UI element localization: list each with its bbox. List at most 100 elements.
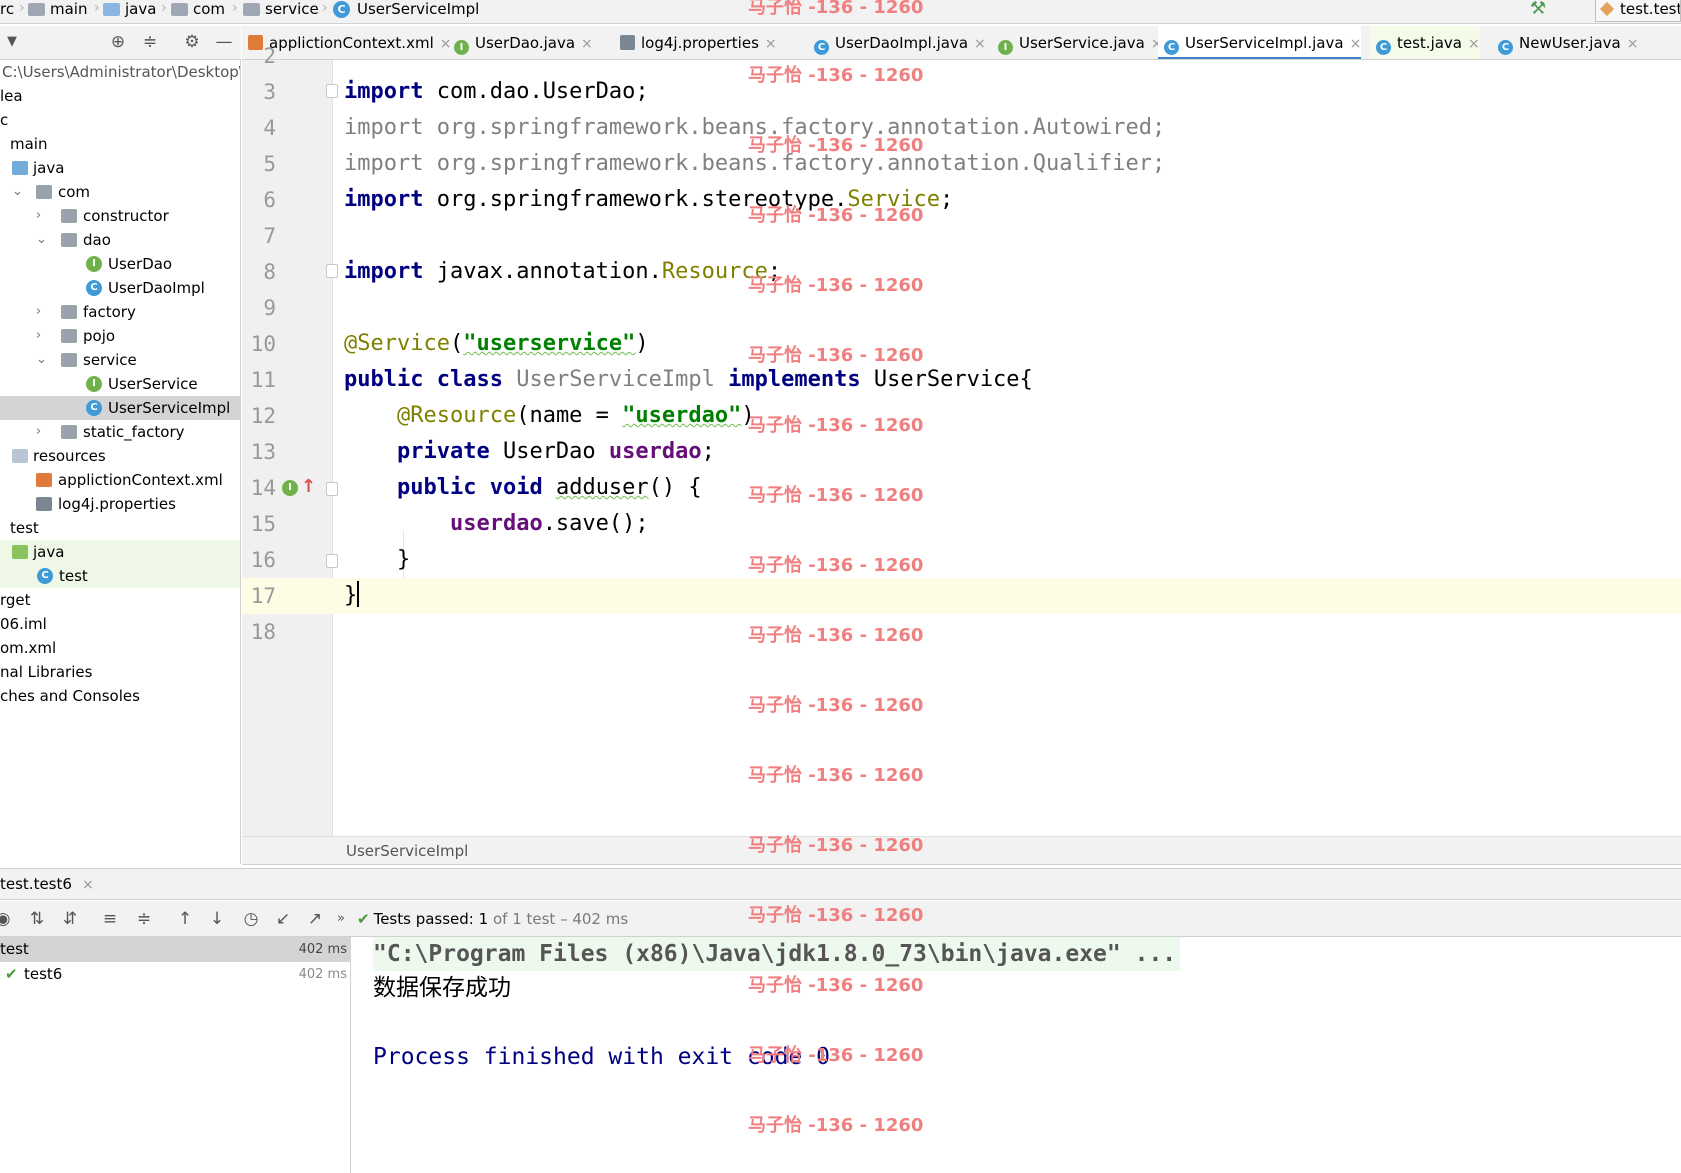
code-line-12[interactable]: 12 @Resource(name = "userdao") xyxy=(242,398,1681,434)
breadcrumb-class[interactable]: C UserServiceImpl xyxy=(333,0,479,23)
tree-item-factory[interactable]: › factory xyxy=(0,300,240,324)
previous-failed-icon[interactable]: ↑ xyxy=(174,908,196,930)
up-arrow-icon[interactable]: ↑ xyxy=(301,476,316,497)
test-result-row[interactable]: test 402 ms xyxy=(0,937,351,962)
tree-item-appcontext-xml[interactable]: applictionContext.xml xyxy=(0,468,240,492)
collapse-all-icon[interactable]: ≑ xyxy=(133,908,155,930)
dropdown-arrow-icon[interactable]: ▼ xyxy=(2,32,22,52)
tree-item[interactable]: lea xyxy=(0,84,240,108)
tree-item-pojo[interactable]: › pojo xyxy=(0,324,240,348)
resources-folder-icon xyxy=(12,449,28,463)
tree-item-resources[interactable]: resources xyxy=(0,444,240,468)
tree-item-static-factory[interactable]: › static_factory xyxy=(0,420,240,444)
breadcrumb-com[interactable]: com xyxy=(171,0,225,23)
code-line-15[interactable]: 15 userdao.save(); xyxy=(242,506,1681,542)
tree-item-main[interactable]: main xyxy=(0,132,240,156)
code-line-6[interactable]: 6 import org.springframework.stereotype.… xyxy=(242,182,1681,218)
tree-item-test-folder[interactable]: test xyxy=(0,516,240,540)
import-tests-icon[interactable]: ↙ xyxy=(272,908,294,930)
test-result-row[interactable]: ✔ test6 402 ms xyxy=(0,962,351,987)
code-line-2[interactable]: 2 xyxy=(242,38,1681,74)
tree-item-userserviceimpl[interactable]: C UserServiceImpl xyxy=(0,396,240,420)
code-line-3[interactable]: 3 import com.dao.UserDao; xyxy=(242,74,1681,110)
code-editor[interactable]: 2 3 import com.dao.UserDao; 4 import org… xyxy=(242,44,1681,836)
fold-marker-icon[interactable] xyxy=(326,482,338,496)
tree-item-test-class[interactable]: Ctest xyxy=(0,564,240,588)
hide-panel-icon[interactable]: — xyxy=(214,32,234,52)
code-text: userdao.save(); xyxy=(344,506,649,542)
tree-item-constructor[interactable]: › constructor xyxy=(0,204,240,228)
code-line-16[interactable]: 16 } xyxy=(242,542,1681,578)
annotation-token: Service xyxy=(847,187,941,212)
test-history-icon[interactable]: ◷ xyxy=(240,908,262,930)
breadcrumb-service[interactable]: service xyxy=(243,0,319,23)
collapse-all-icon[interactable]: ≑ xyxy=(140,32,160,52)
breadcrumb-java[interactable]: java xyxy=(103,0,156,23)
code-line-8[interactable]: 8 import javax.annotation.Resource; xyxy=(242,254,1681,290)
code-line-7[interactable]: 7 xyxy=(242,218,1681,254)
chevron-right-icon[interactable]: › xyxy=(36,300,48,324)
tree-item-com[interactable]: ⌄ com xyxy=(0,180,240,204)
code-line-5[interactable]: 5 import org.springframework.beans.facto… xyxy=(242,146,1681,182)
next-failed-icon[interactable]: ↓ xyxy=(206,908,228,930)
test-duration: 402 ms xyxy=(298,942,347,957)
implements-method-icon[interactable]: I xyxy=(282,480,298,496)
locate-file-icon[interactable]: ⊕ xyxy=(108,32,128,52)
code-line-18[interactable]: 18 xyxy=(242,614,1681,650)
tree-item-userdao[interactable]: I UserDao xyxy=(0,252,240,276)
tree-item-userservice[interactable]: I UserService xyxy=(0,372,240,396)
package-icon xyxy=(61,425,77,439)
sort-by-duration-icon[interactable]: ⇵ xyxy=(59,908,81,930)
chevron-right-icon: › xyxy=(322,0,328,16)
rerun-icon[interactable]: ◉ xyxy=(0,908,14,930)
tree-item-log4j-properties[interactable]: log4j.properties xyxy=(0,492,240,516)
tree-item-iml[interactable]: 06.iml xyxy=(0,612,240,636)
fold-marker-icon[interactable] xyxy=(326,84,338,98)
tree-item-test-java[interactable]: java xyxy=(0,540,240,564)
tree-item-java[interactable]: java xyxy=(0,156,240,180)
export-results-icon[interactable]: ↗ xyxy=(304,908,326,930)
tree-item-userdaoimpl[interactable]: C UserDaoImpl xyxy=(0,276,240,300)
tree-item-dao[interactable]: ⌄ dao xyxy=(0,228,240,252)
chevron-right-icon[interactable]: › xyxy=(36,420,48,444)
fold-marker-icon[interactable] xyxy=(326,264,338,278)
code-line-13[interactable]: 13 private UserDao userdao; xyxy=(242,434,1681,470)
chevron-down-icon[interactable]: ⌄ xyxy=(12,180,24,204)
tree-item-pom[interactable]: om.xml xyxy=(0,636,240,660)
tree-item-scratches[interactable]: ches and Consoles xyxy=(0,684,240,708)
chevron-right-icon[interactable]: › xyxy=(36,204,48,228)
code-token: ) xyxy=(635,331,649,356)
code-line-14[interactable]: 14 I ↑ public void adduser() { xyxy=(242,470,1681,506)
chevron-down-icon[interactable]: ⌄ xyxy=(36,348,48,372)
tree-item-external-libraries[interactable]: nal Libraries xyxy=(0,660,240,684)
run-tab[interactable]: test.test6 × xyxy=(0,869,102,899)
code-line-11[interactable]: 11 public class UserServiceImpl implemen… xyxy=(242,362,1681,398)
chevron-down-icon[interactable]: ⌄ xyxy=(36,228,48,252)
tree-project-path[interactable]: C:\Users\Administrator\Desktop\ xyxy=(0,60,240,84)
console-output[interactable]: "C:\Program Files (x86)\Java\jdk1.8.0_73… xyxy=(352,937,1681,1173)
navigation-bar: rc › main › java › com › service › C User… xyxy=(0,0,1681,24)
folder-icon xyxy=(103,3,120,16)
gear-icon[interactable]: ⚙ xyxy=(182,32,202,52)
more-actions-icon[interactable]: » xyxy=(330,908,352,930)
tree-item-service[interactable]: ⌄ service xyxy=(0,348,240,372)
run-configuration-selector[interactable]: test.test xyxy=(1595,0,1681,22)
breadcrumb-main[interactable]: main xyxy=(28,0,87,23)
code-line-9[interactable]: 9 xyxy=(242,290,1681,326)
keyword: implements xyxy=(728,367,861,392)
editor-breadcrumb[interactable]: UserServiceImpl xyxy=(242,836,1681,865)
code-line-4[interactable]: 4 import org.springframework.beans.facto… xyxy=(242,110,1681,146)
code-line-17[interactable]: 17 } xyxy=(242,578,1681,614)
package-icon xyxy=(61,353,77,367)
tree-item[interactable]: c xyxy=(0,108,240,132)
code-text: import com.dao.UserDao; xyxy=(344,74,649,110)
build-hammer-icon[interactable]: ⚒ xyxy=(1530,0,1548,18)
expand-all-icon[interactable]: ≡ xyxy=(99,908,121,930)
chevron-right-icon[interactable]: › xyxy=(36,324,48,348)
sort-alphabetically-icon[interactable]: ⇅ xyxy=(26,908,48,930)
breadcrumb-src[interactable]: rc xyxy=(0,0,14,23)
fold-marker-icon[interactable] xyxy=(326,554,338,568)
close-icon[interactable]: × xyxy=(82,877,94,893)
tree-item-target[interactable]: rget xyxy=(0,588,240,612)
code-line-10[interactable]: 10 @Service("userservice") xyxy=(242,326,1681,362)
